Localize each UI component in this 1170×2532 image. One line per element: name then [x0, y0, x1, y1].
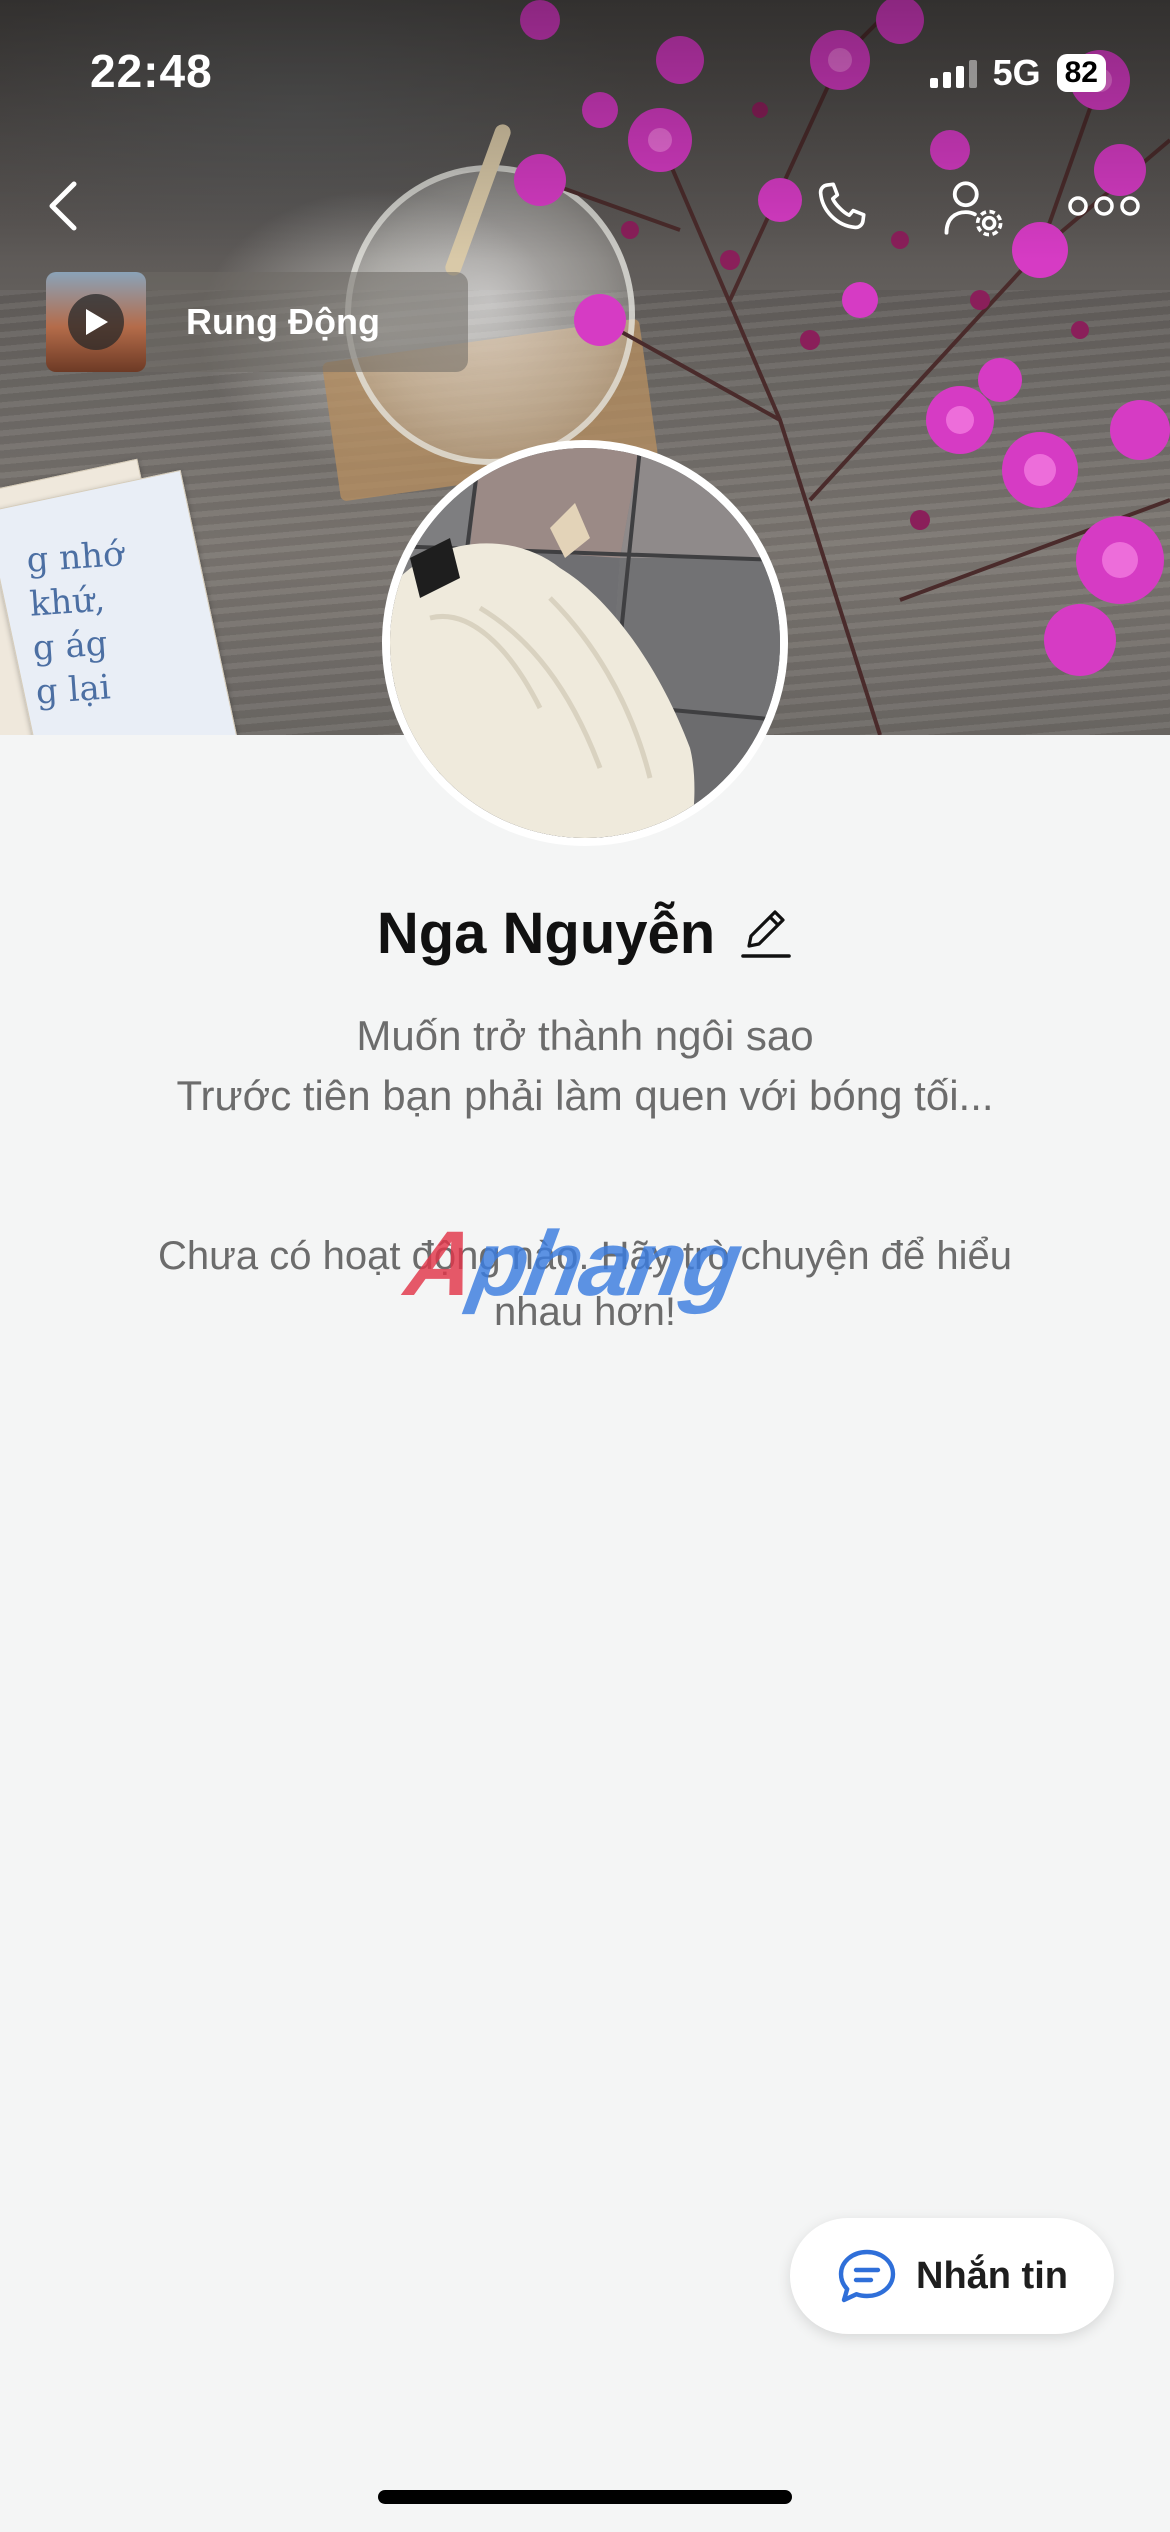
profile-bio: Muốn trở thành ngôi sao Trước tiên bạn p… — [0, 1006, 1170, 1126]
phone-icon — [818, 182, 866, 230]
music-thumbnail[interactable] — [46, 272, 146, 372]
profile-name-row: Nga Nguyễn — [0, 900, 1170, 967]
user-settings-button[interactable] — [938, 172, 1010, 244]
watermark-logo: Aphang — [399, 1213, 748, 1315]
avatar-photo — [390, 448, 780, 838]
user-settings-icon — [944, 181, 1003, 237]
send-message-button[interactable]: Nhắn tin — [790, 2218, 1114, 2334]
chevron-left-icon — [49, 181, 77, 231]
more-button[interactable] — [1066, 186, 1142, 226]
profile-music-player[interactable]: Rung Động — [46, 272, 468, 372]
book-text: g nhớ khứ, g ág g lại — [25, 534, 125, 713]
message-button-label: Nhắn tin — [916, 2254, 1068, 2297]
network-type: 5G — [992, 52, 1041, 93]
bio-line-2: Trước tiên bạn phải làm quen với bóng tố… — [176, 1072, 994, 1119]
bio-line-1: Muốn trở thành ngôi sao — [356, 1012, 814, 1059]
pencil-icon — [741, 909, 791, 958]
profile-name: Nga Nguyễn — [376, 901, 716, 966]
back-button[interactable] — [34, 176, 94, 236]
play-icon — [86, 309, 108, 335]
more-dots-icon — [1068, 196, 1140, 216]
status-time: 22:48 — [90, 45, 213, 97]
music-title: Rung Động — [186, 301, 380, 342]
chat-bubble-icon — [838, 2249, 896, 2303]
battery-level: 82 — [1056, 54, 1106, 92]
edit-name-button[interactable] — [737, 904, 793, 964]
call-button[interactable] — [806, 172, 876, 242]
signal-icon — [929, 58, 977, 88]
home-indicator[interactable] — [378, 2490, 792, 2504]
avatar[interactable] — [382, 440, 788, 846]
status-indicators: 5G 82 — [929, 52, 1106, 94]
play-button[interactable] — [68, 294, 124, 350]
